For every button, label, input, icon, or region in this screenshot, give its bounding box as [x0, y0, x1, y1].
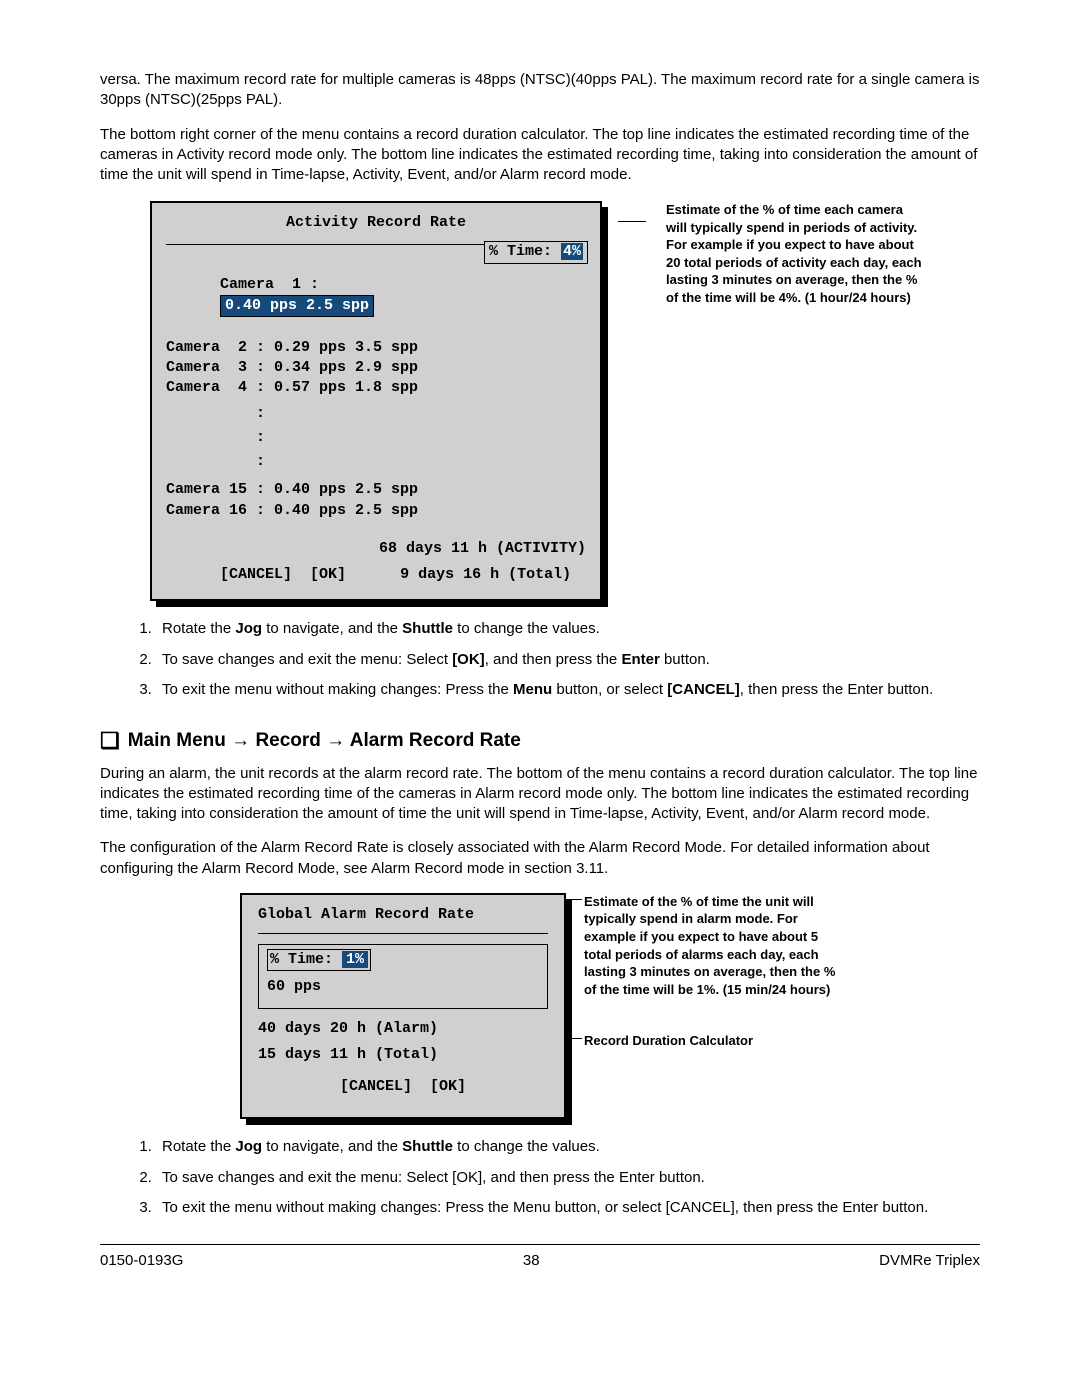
menu-separator: [258, 933, 548, 934]
camera-row-1-value: 0.40 pps 2.5 spp: [220, 295, 374, 317]
camera-row-1[interactable]: Camera 1 : 0.40 pps 2.5 spp: [166, 255, 586, 338]
step-1: Rotate the Jog to navigate, and the Shut…: [156, 619, 980, 639]
intro-p2: The bottom right corner of the menu cont…: [100, 125, 980, 186]
ok-button[interactable]: [OK]: [310, 566, 346, 583]
footer-left: 0150-0193G: [100, 1251, 183, 1271]
alarm-callouts: Estimate of the % of time the unit will …: [584, 893, 844, 1084]
footer-right: DVMRe Triplex: [879, 1251, 980, 1271]
cancel-button[interactable]: [CANCEL]: [340, 1078, 412, 1095]
callout-time-estimate: Estimate of the % of time each camera wi…: [666, 201, 926, 306]
callout-alarm-estimate: Estimate of the % of time the unit will …: [584, 893, 844, 998]
section-heading: ❑Main Menu → Record → Alarm Record Rate: [100, 726, 980, 756]
camera-row-1-label: Camera 1 :: [220, 276, 319, 293]
camera-rows-empty: : : :: [166, 402, 586, 474]
alarm-figure: Global Alarm Record Rate % Time: 1% 60 p…: [240, 893, 980, 1120]
step-1: Rotate the Jog to navigate, and the Shut…: [156, 1137, 980, 1157]
alarm-menu-title: Global Alarm Record Rate: [258, 905, 548, 925]
menu-button-row: [CANCEL] [OK] 9 days 16 h (Total): [166, 565, 586, 585]
step-3: To exit the menu without making changes:…: [156, 1198, 980, 1218]
cancel-button[interactable]: [CANCEL]: [220, 566, 292, 583]
camera-row-2[interactable]: Camera 2 : 0.29 pps 3.5 spp: [166, 338, 586, 358]
steps-list-1: Rotate the Jog to navigate, and the Shut…: [100, 619, 980, 700]
step-3: To exit the menu without making changes:…: [156, 680, 980, 700]
alarm-menu: Global Alarm Record Rate % Time: 1% 60 p…: [240, 893, 566, 1120]
activity-figure: Activity Record Rate % Time: 4% Camera 1…: [150, 201, 980, 601]
alarm-p1: During an alarm, the unit records at the…: [100, 764, 980, 825]
duration-total: 9 days 16 h (Total): [400, 566, 571, 583]
ok-button[interactable]: [OK]: [430, 1078, 466, 1095]
alarm-pps-field[interactable]: 60 pps: [267, 977, 539, 997]
time-percent-value: 4%: [561, 243, 583, 260]
alarm-settings-box: % Time: 1% 60 pps: [258, 944, 548, 1009]
alarm-time-field[interactable]: % Time: 1%: [267, 949, 539, 971]
checkbox-icon: ❑: [100, 728, 120, 753]
activity-menu-title: Activity Record Rate: [166, 213, 586, 233]
alarm-p2: The configuration of the Alarm Record Ra…: [100, 838, 980, 879]
intro-p1: versa. The maximum record rate for multi…: [100, 70, 980, 111]
steps-list-2: Rotate the Jog to navigate, and the Shut…: [100, 1137, 980, 1218]
camera-row-3[interactable]: Camera 3 : 0.34 pps 2.9 spp: [166, 358, 586, 378]
alarm-duration-2: 15 days 11 h (Total): [258, 1045, 548, 1065]
step-2: To save changes and exit the menu: Selec…: [156, 650, 980, 670]
activity-menu: Activity Record Rate % Time: 4% Camera 1…: [150, 201, 602, 601]
step-2: To save changes and exit the menu: Selec…: [156, 1168, 980, 1188]
alarm-duration-1: 40 days 20 h (Alarm): [258, 1019, 548, 1039]
callout-connector: [626, 201, 642, 601]
duration-activity: 68 days 11 h (ACTIVITY): [166, 539, 586, 559]
time-percent-label: % Time:: [489, 243, 552, 260]
callout-duration-calculator: Record Duration Calculator: [584, 1032, 844, 1050]
alarm-button-row: [CANCEL] [OK]: [258, 1077, 548, 1097]
time-percent-field[interactable]: % Time: 4%: [484, 241, 588, 263]
page-footer: 0150-0193G 38 DVMRe Triplex: [100, 1244, 980, 1271]
camera-row-15[interactable]: Camera 15 : 0.40 pps 2.5 spp: [166, 480, 586, 500]
camera-row-4[interactable]: Camera 4 : 0.57 pps 1.8 spp: [166, 378, 586, 398]
footer-page-number: 38: [523, 1251, 540, 1271]
camera-row-16[interactable]: Camera 16 : 0.40 pps 2.5 spp: [166, 501, 586, 521]
